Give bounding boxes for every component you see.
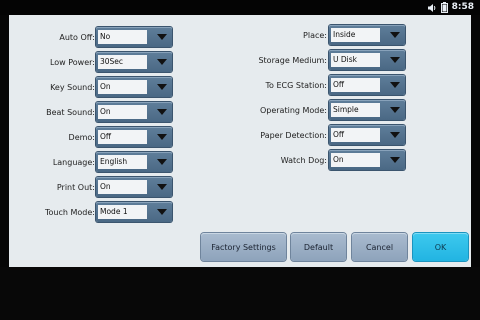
dropdown-arrow-icon [390, 32, 400, 38]
setting-label: Low Power: [49, 57, 95, 67]
dropdown-arrow-icon [157, 59, 167, 65]
ok-button[interactable]: OK [413, 233, 468, 261]
dropdown-arrow-icon [157, 159, 167, 165]
dropdown-arrow-icon [157, 84, 167, 90]
battery-icon [440, 2, 448, 13]
select-value: No [98, 30, 147, 44]
watch-dog-select[interactable]: On [329, 150, 405, 170]
default-button[interactable]: Default [291, 233, 346, 261]
place-select[interactable]: Inside [329, 25, 405, 45]
setting-label: Beat Sound: [46, 107, 95, 117]
volume-icon [427, 3, 437, 13]
setting-label: To ECG Station: [265, 80, 327, 90]
language-select[interactable]: English [96, 152, 172, 172]
touch-mode-select[interactable]: Mode 1 [96, 202, 172, 222]
setting-label: Place: [303, 30, 327, 40]
print-out-select[interactable]: On [96, 177, 172, 197]
setting-label: Language: [52, 157, 95, 167]
paper-detection-select[interactable]: Off [329, 125, 405, 145]
setting-label: Storage Medium: [258, 55, 327, 65]
select-value: On [98, 80, 147, 94]
cancel-button[interactable]: Cancel [352, 233, 407, 261]
select-value: On [98, 105, 147, 119]
dropdown-arrow-icon [157, 134, 167, 140]
dropdown-arrow-icon [157, 109, 167, 115]
demo-select[interactable]: Off [96, 127, 172, 147]
setting-label: Touch Mode: [45, 207, 95, 217]
select-value: On [98, 180, 147, 194]
select-value: 30Sec [98, 55, 147, 69]
select-value: English [98, 155, 147, 169]
storage-medium-select[interactable]: U Disk [329, 50, 405, 70]
status-bar: 8:58 [0, 0, 480, 15]
setting-label: Key Sound: [50, 82, 95, 92]
select-value: Off [331, 78, 380, 92]
dropdown-arrow-icon [157, 209, 167, 215]
select-value: Inside [331, 28, 380, 42]
dropdown-arrow-icon [390, 57, 400, 63]
dropdown-arrow-icon [157, 184, 167, 190]
dropdown-arrow-icon [390, 157, 400, 163]
dropdown-arrow-icon [157, 34, 167, 40]
operating-mode-select[interactable]: Simple [329, 100, 405, 120]
setting-label: Operating Mode: [259, 105, 327, 115]
setting-label: Demo: [68, 132, 95, 142]
to-ecg-station-select[interactable]: Off [329, 75, 405, 95]
key-sound-select[interactable]: On [96, 77, 172, 97]
select-value: Off [98, 130, 147, 144]
dropdown-arrow-icon [390, 82, 400, 88]
factory-settings-button[interactable]: Factory Settings [201, 233, 286, 261]
select-value: U Disk [331, 53, 380, 67]
select-value: Off [331, 128, 380, 142]
setting-label: Print Out: [56, 182, 95, 192]
dropdown-arrow-icon [390, 132, 400, 138]
select-value: Simple [331, 103, 380, 117]
select-value: Mode 1 [98, 205, 147, 219]
low-power-select[interactable]: 30Sec [96, 52, 172, 72]
beat-sound-select[interactable]: On [96, 102, 172, 122]
dropdown-arrow-icon [390, 107, 400, 113]
screen-bezel [0, 267, 480, 320]
setting-label: Watch Dog: [280, 155, 327, 165]
auto-off-select[interactable]: No [96, 27, 172, 47]
status-icons: 8:58 [427, 1, 474, 14]
settings-panel: Auto Off: No Low Power: 30Sec Key Sound:… [9, 15, 471, 267]
status-clock: 8:58 [451, 2, 474, 12]
setting-label: Auto Off: [59, 32, 95, 42]
select-value: On [331, 153, 380, 167]
setting-label: Paper Detection: [260, 130, 327, 140]
